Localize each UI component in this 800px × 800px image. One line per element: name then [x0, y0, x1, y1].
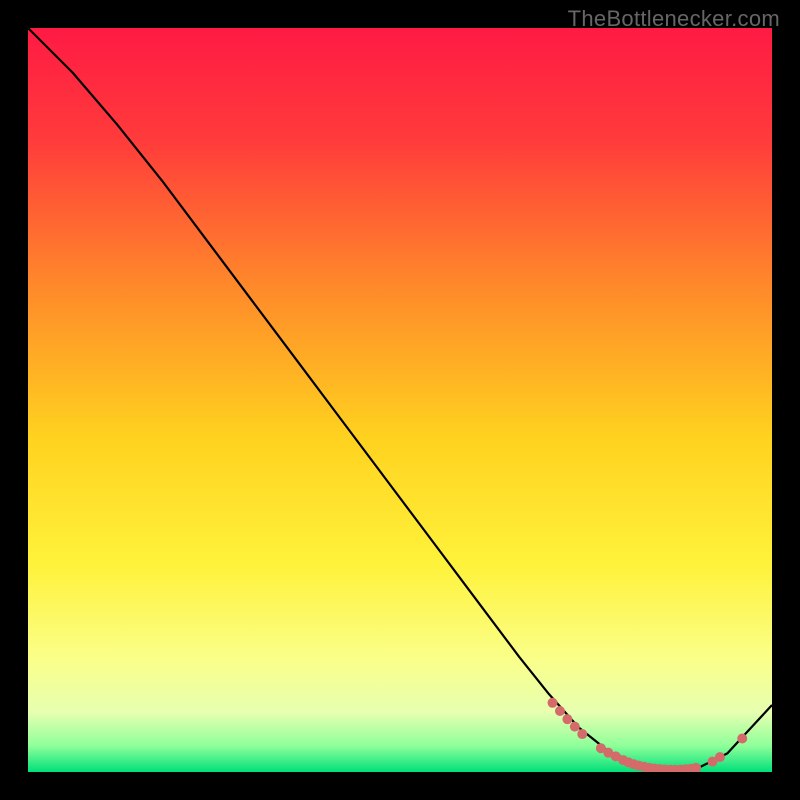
- marker-dot: [570, 722, 580, 732]
- marker-dot: [548, 698, 558, 708]
- plot-area: [28, 28, 772, 772]
- marker-dot: [715, 752, 725, 762]
- watermark-text: TheBottlenecker.com: [568, 6, 780, 32]
- chart-curve: [28, 28, 772, 772]
- marker-dot: [555, 706, 565, 716]
- marker-dot: [577, 729, 587, 739]
- marker-dot: [737, 734, 747, 744]
- marker-dot: [562, 714, 572, 724]
